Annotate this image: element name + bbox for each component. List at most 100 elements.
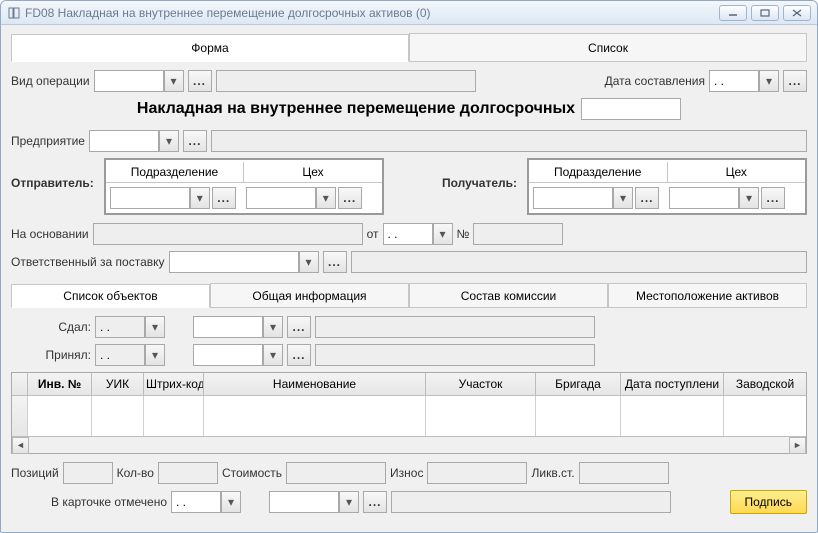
chevron-down-icon[interactable]: ▾ xyxy=(339,491,359,513)
col-inv[interactable]: Инв. № xyxy=(28,373,92,395)
row-enterprise: Предприятие ▾ ... xyxy=(11,130,807,152)
totals-salvage-label: Ликв.ст. xyxy=(531,466,574,480)
col-date[interactable]: Дата поступлени xyxy=(621,373,724,395)
totals-qty-field xyxy=(158,462,218,484)
basis-from: от xyxy=(367,227,379,241)
row-gave: Сдал: . .▾ ▾ ... xyxy=(11,316,807,338)
subtab-objects[interactable]: Список объектов xyxy=(11,284,210,308)
operation-lookup[interactable]: ... xyxy=(188,70,212,92)
submit-button[interactable]: Подпись xyxy=(730,490,808,514)
heading-number[interactable] xyxy=(581,98,681,120)
basis-date-combo[interactable]: . .▾ xyxy=(383,223,453,245)
sender-subdiv-combo[interactable]: ▾ xyxy=(110,187,210,209)
col-brigade[interactable]: Бригада xyxy=(536,373,621,395)
subtab-location[interactable]: Местоположение активов xyxy=(608,283,807,307)
date-lookup[interactable]: ... xyxy=(783,70,807,92)
tab-list[interactable]: Список xyxy=(409,33,807,61)
totals-cost-label: Стоимость xyxy=(222,466,282,480)
operation-label: Вид операции xyxy=(11,74,90,88)
horizontal-scrollbar[interactable]: ◄ ► xyxy=(12,436,806,453)
receiver-col-subdiv: Подразделение xyxy=(529,162,667,182)
row-cardmarked: В карточке отмечено . .▾ ▾ ... Подпись xyxy=(11,490,807,514)
sender-shop-combo[interactable]: ▾ xyxy=(246,187,336,209)
close-button[interactable] xyxy=(783,5,811,21)
chevron-down-icon[interactable]: ▾ xyxy=(145,316,165,338)
chevron-down-icon[interactable]: ▾ xyxy=(263,344,283,366)
enterprise-combo[interactable]: ▾ xyxy=(89,130,179,152)
enterprise-lookup[interactable]: ... xyxy=(183,130,207,152)
chevron-down-icon[interactable]: ▾ xyxy=(263,316,283,338)
col-area[interactable]: Участок xyxy=(426,373,536,395)
took-desc xyxy=(315,344,595,366)
chevron-down-icon[interactable]: ▾ xyxy=(299,251,319,273)
date-combo[interactable]: . .▾ xyxy=(709,70,779,92)
sender-subdiv-lookup[interactable]: ... xyxy=(212,187,236,209)
row-toprow: Вид операции ▾ ... Дата составления . .▾… xyxy=(11,70,807,92)
enterprise-desc xyxy=(211,130,807,152)
gave-desc xyxy=(315,316,595,338)
totals-qty-label: Кол-во xyxy=(117,466,154,480)
col-name[interactable]: Наименование xyxy=(204,373,426,395)
receiver-subdiv-lookup[interactable]: ... xyxy=(635,187,659,209)
scroll-left-icon[interactable]: ◄ xyxy=(12,437,29,454)
receiver-subdiv-combo[interactable]: ▾ xyxy=(533,187,633,209)
basis-num-field[interactable] xyxy=(473,223,563,245)
receiver-label: Получатель: xyxy=(442,158,517,190)
gave-lookup[interactable]: ... xyxy=(287,316,311,338)
subtab-commission[interactable]: Состав комиссии xyxy=(409,283,608,307)
chevron-down-icon[interactable]: ▾ xyxy=(159,130,179,152)
receiver-shop-lookup[interactable]: ... xyxy=(761,187,785,209)
gave-date-combo[interactable]: . .▾ xyxy=(95,316,165,338)
chevron-down-icon[interactable]: ▾ xyxy=(221,491,241,513)
cardmarked-combo[interactable]: ▾ xyxy=(269,491,359,513)
sender-col-shop: Цех xyxy=(243,162,382,182)
totals-wear-label: Износ xyxy=(390,466,423,480)
operation-desc xyxy=(216,70,476,92)
chevron-down-icon[interactable]: ▾ xyxy=(739,187,759,209)
sender-shop-lookup[interactable]: ... xyxy=(338,187,362,209)
sub-tabs: Список объектов Общая информация Состав … xyxy=(11,283,807,308)
chevron-down-icon[interactable]: ▾ xyxy=(316,187,336,209)
book-icon xyxy=(7,6,21,20)
basis-field[interactable] xyxy=(93,223,363,245)
basis-num: № xyxy=(457,227,470,241)
col-uik[interactable]: УИК xyxy=(92,373,144,395)
row-parties: Отправитель: Подразделение Цех ▾... ▾...… xyxy=(11,158,807,215)
took-label: Принял: xyxy=(11,348,91,362)
table-row[interactable] xyxy=(12,396,806,436)
col-factory[interactable]: Заводской xyxy=(724,373,806,395)
chevron-down-icon[interactable]: ▾ xyxy=(145,344,165,366)
cardmarked-date-combo[interactable]: . .▾ xyxy=(171,491,241,513)
totals-salvage-field xyxy=(579,462,669,484)
chevron-down-icon[interactable]: ▾ xyxy=(433,223,453,245)
basis-label: На основании xyxy=(11,227,89,241)
chevron-down-icon[interactable]: ▾ xyxy=(613,187,633,209)
cardmarked-desc xyxy=(391,491,671,513)
data-grid[interactable]: Инв. № УИК Штрих-код Наименование Участо… xyxy=(11,372,807,454)
gave-combo[interactable]: ▾ xyxy=(193,316,283,338)
responsible-lookup[interactable]: ... xyxy=(323,251,347,273)
cardmarked-lookup[interactable]: ... xyxy=(363,491,387,513)
chevron-down-icon[interactable]: ▾ xyxy=(759,70,779,92)
tab-form[interactable]: Форма xyxy=(11,34,409,62)
sender-box: Подразделение Цех ▾... ▾... xyxy=(104,158,384,215)
subtab-general[interactable]: Общая информация xyxy=(210,283,409,307)
window-title: FD08 Накладная на внутреннее перемещение… xyxy=(25,6,719,20)
enterprise-label: Предприятие xyxy=(11,134,85,148)
scroll-right-icon[interactable]: ► xyxy=(789,437,806,454)
took-date-combo[interactable]: . .▾ xyxy=(95,344,165,366)
col-barcode[interactable]: Штрих-код xyxy=(144,373,204,395)
took-combo[interactable]: ▾ xyxy=(193,344,283,366)
minimize-button[interactable] xyxy=(719,5,747,21)
responsible-combo[interactable]: ▾ xyxy=(169,251,319,273)
operation-combo[interactable]: ▾ xyxy=(94,70,184,92)
took-lookup[interactable]: ... xyxy=(287,344,311,366)
responsible-label: Ответственный за поставку xyxy=(11,255,165,269)
date-label: Дата составления xyxy=(605,74,705,88)
chevron-down-icon[interactable]: ▾ xyxy=(190,187,210,209)
maximize-button[interactable] xyxy=(751,5,779,21)
receiver-shop-combo[interactable]: ▾ xyxy=(669,187,759,209)
main-tabs: Форма Список xyxy=(11,33,807,62)
chevron-down-icon[interactable]: ▾ xyxy=(164,70,184,92)
receiver-col-shop: Цех xyxy=(667,162,806,182)
